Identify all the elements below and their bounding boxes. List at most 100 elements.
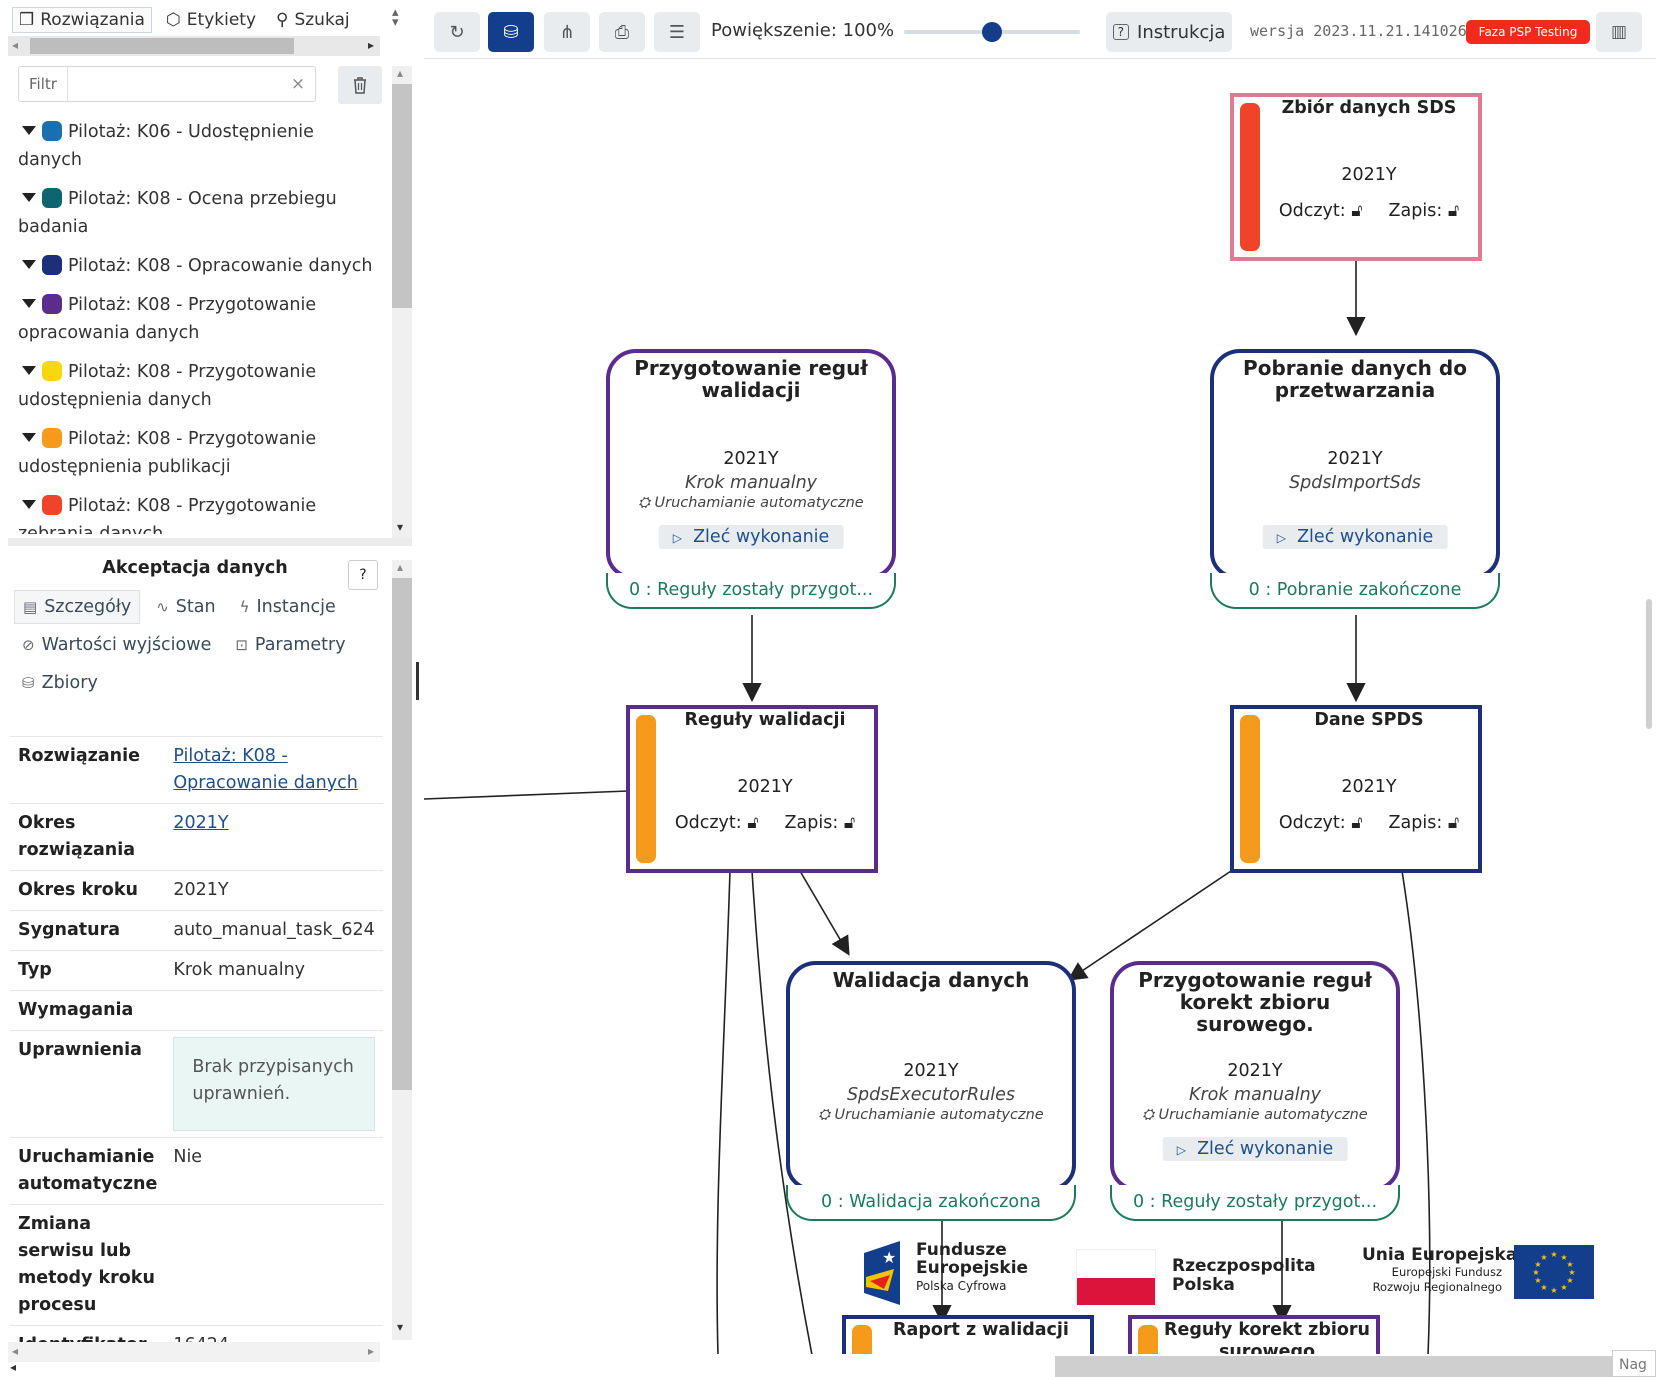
- property-value: 2021Y: [165, 803, 383, 871]
- run-button[interactable]: ▷ Zleć wykonanie: [1162, 1137, 1348, 1161]
- node-fetch-data[interactable]: Pobranie danych do przetwarzania 2021Y S…: [1210, 349, 1500, 609]
- corner-panel-tab[interactable]: Nag: [1612, 1350, 1656, 1377]
- clear-filter-icon[interactable]: ×: [281, 74, 315, 94]
- instructions-button[interactable]: ? Instrukcja: [1106, 12, 1232, 52]
- splitter-handle[interactable]: [416, 662, 419, 700]
- tree-item[interactable]: Pilotaż: K08 - Ocena przebiegu badania: [18, 185, 378, 241]
- process-canvas[interactable]: Zbiór danych SDS 2021Y Odczyt: 🔓︎ Zapis:…: [424, 58, 1656, 1354]
- tab-state[interactable]: ∿ Stan: [148, 590, 223, 624]
- tab-params[interactable]: ⊡ Parametry: [227, 628, 353, 662]
- tree-item[interactable]: Pilotaż: K06 - Udostępnienie danych: [18, 118, 378, 174]
- scroll-right-icon[interactable]: ▸: [368, 1344, 374, 1358]
- node-sds-dataset[interactable]: Zbiór danych SDS 2021Y Odczyt: 🔓︎ Zapis:…: [1230, 93, 1482, 261]
- node-validation-rules-dataset[interactable]: Reguły walidacji 2021Y Odczyt: 🔓︎ Zapis:…: [626, 705, 878, 873]
- node-period: 2021Y: [1341, 165, 1397, 185]
- scroll-left-icon[interactable]: ◂: [12, 38, 18, 52]
- node-color-bar: [636, 715, 656, 863]
- node-status: 0 : Reguły zostały przygot...: [606, 573, 896, 609]
- caret-down-icon[interactable]: [22, 433, 36, 442]
- node-validate-data[interactable]: Walidacja danych 2021Y SpdsExecutorRules…: [786, 961, 1076, 1221]
- tab-sets[interactable]: ⛁ Zbiory: [14, 666, 106, 700]
- node-spds-dataset[interactable]: Dane SPDS 2021Y Odczyt: 🔓︎ Zapis: 🔓︎: [1230, 705, 1482, 873]
- node-period: 2021Y: [737, 777, 793, 797]
- canvas-hscrollbar[interactable]: [1055, 1356, 1615, 1377]
- tab-search[interactable]: ⚲ Szukaj: [270, 7, 356, 33]
- scroll-down-icon[interactable]: ▾: [397, 520, 403, 534]
- robot-icon: ⛭: [818, 1107, 830, 1123]
- scroll-up-icon[interactable]: ▴: [397, 66, 403, 80]
- run-button[interactable]: ▷ Zleć wykonanie: [1262, 525, 1448, 549]
- property-link[interactable]: 2021Y: [173, 813, 228, 833]
- hierarchy-button[interactable]: ⋔: [544, 12, 590, 52]
- scroll-left-icon[interactable]: ◂: [12, 1344, 18, 1358]
- detail-tabs-row3: ⛁ Zbiory: [14, 666, 106, 700]
- caret-down-icon[interactable]: [22, 299, 36, 308]
- settings-button[interactable]: ☰: [654, 12, 700, 52]
- caret-down-icon[interactable]: [22, 193, 36, 202]
- node-correction-rules-dataset[interactable]: Reguły korekt zbioru surowego: [1128, 1315, 1380, 1354]
- tabs-scroll-icon[interactable]: ▴ ▾: [392, 6, 399, 29]
- tab-details[interactable]: ▤ Szczegóły: [14, 590, 141, 624]
- page-scroll-left-icon[interactable]: ◂: [10, 1360, 16, 1374]
- check-circle-icon: ⊘: [22, 636, 35, 654]
- node-validation-report-dataset[interactable]: Raport z walidacji: [842, 1315, 1094, 1354]
- tab-outputs[interactable]: ⊘ Wartości wyjściowe: [14, 628, 219, 662]
- caret-down-icon[interactable]: [22, 500, 36, 509]
- run-button[interactable]: ▷ Zleć wykonanie: [658, 525, 844, 549]
- tabs-hscrollbar[interactable]: ◂ ▸: [8, 36, 380, 56]
- refresh-button[interactable]: ↻: [434, 12, 480, 52]
- help-button[interactable]: ?: [348, 560, 378, 590]
- tree-vscrollbar[interactable]: ▴ ▾: [392, 66, 412, 540]
- filter-input[interactable]: [67, 67, 281, 101]
- tree-item[interactable]: Pilotaż: K08 - Przygotowanie zebrania da…: [18, 492, 378, 534]
- detail-vscrollbar[interactable]: ▴ ▾: [392, 560, 412, 1340]
- property-value: Pilotaż: K08 - Opracowanie danych: [165, 736, 383, 804]
- color-swatch-icon: [42, 255, 62, 275]
- caret-down-icon[interactable]: [22, 260, 36, 269]
- scroll-thumb[interactable]: [30, 38, 294, 54]
- play-icon: ▷: [1276, 531, 1286, 545]
- scroll-up-icon[interactable]: ▴: [397, 560, 403, 574]
- unlock-icon: 🔓︎: [1447, 813, 1460, 833]
- code-icon: ⊡: [235, 636, 248, 654]
- scroll-down-icon[interactable]: ▾: [397, 1320, 403, 1334]
- node-method: Krok manualny: [684, 473, 818, 493]
- scroll-thumb[interactable]: [392, 84, 412, 308]
- columns-icon: ▥: [1610, 22, 1628, 42]
- zoom-slider-knob[interactable]: [982, 22, 1002, 42]
- columns-button[interactable]: ▥: [1596, 12, 1642, 52]
- panel-splitter[interactable]: [8, 538, 412, 546]
- node-period: 2021Y: [1327, 449, 1383, 469]
- caret-down-icon[interactable]: [22, 366, 36, 375]
- node-access: Odczyt: 🔓︎ Zapis: 🔓︎: [1264, 201, 1474, 221]
- tab-instances[interactable]: ϟ Instancje: [232, 590, 344, 624]
- detail-hscrollbar[interactable]: ◂ ▸: [8, 1342, 380, 1362]
- property-key: Uruchamianie automatyczne: [10, 1137, 166, 1205]
- node-color-bar: [1240, 715, 1260, 863]
- print-button[interactable]: ⎙: [599, 12, 645, 52]
- canvas-vscroll-thumb[interactable]: [1646, 599, 1652, 729]
- property-value: Krok manualny: [165, 950, 383, 991]
- read-access: Odczyt: 🔓︎: [1278, 201, 1363, 221]
- zoom-slider[interactable]: [904, 22, 1080, 42]
- tree-item[interactable]: Pilotaż: K08 - Przygotowanie opracowania…: [18, 291, 378, 347]
- node-auto-run: ⛭ Uruchamianie automatyczne: [638, 495, 864, 511]
- dataset-view-button[interactable]: ⛁: [488, 12, 534, 52]
- property-link[interactable]: Pilotaż: K08 - Opracowanie danych: [173, 746, 357, 793]
- tree-item[interactable]: Pilotaż: K08 - Przygotowanie udostępnien…: [18, 425, 378, 481]
- property-value: Nie: [165, 1137, 383, 1205]
- tree-item[interactable]: Pilotaż: K08 - Opracowanie danych: [18, 252, 378, 280]
- node-prepare-validation-rules[interactable]: Przygotowanie reguł walidacji 2021Y Krok…: [606, 349, 896, 609]
- node-prepare-correction-rules[interactable]: Przygotowanie reguł korekt zbioru surowe…: [1110, 961, 1400, 1221]
- trash-button[interactable]: [338, 66, 382, 104]
- caret-down-icon[interactable]: [22, 126, 36, 135]
- tab-labels[interactable]: ⬡ Etykiety: [160, 7, 262, 33]
- node-color-bar: [1240, 103, 1260, 251]
- edge: [424, 790, 629, 800]
- scroll-thumb[interactable]: [392, 578, 412, 1090]
- tab-solutions[interactable]: ❒ Rozwiązania: [12, 7, 152, 33]
- database-icon: ⛁: [22, 674, 35, 692]
- tree-item[interactable]: Pilotaż: K08 - Przygotowanie udostępnien…: [18, 358, 378, 414]
- eu-flag-icon: ★ ★★★ ★★★★ ★★★★: [1514, 1245, 1594, 1299]
- scroll-right-icon[interactable]: ▸: [368, 38, 374, 52]
